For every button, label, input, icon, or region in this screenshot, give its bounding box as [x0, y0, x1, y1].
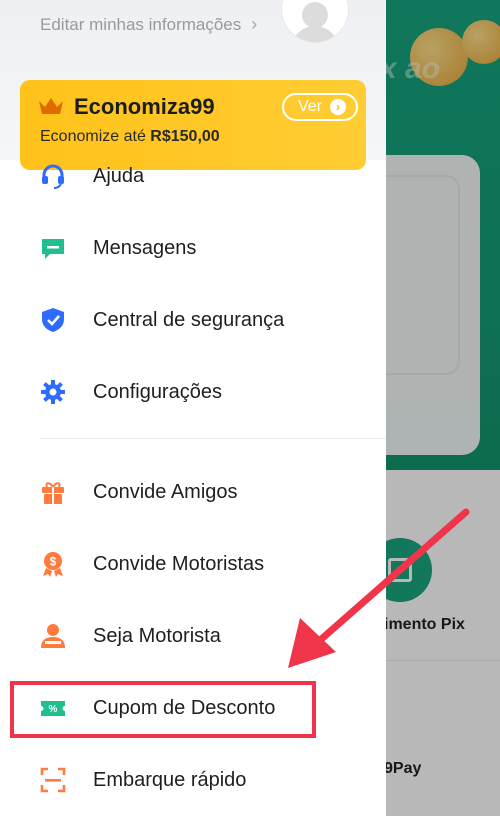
menu-item-label: Configurações — [93, 380, 222, 403]
menu-item-seja-motorista[interactable]: Seja Motorista — [0, 600, 386, 672]
ver-button-label: Ver — [298, 98, 323, 115]
menu-item-label: Ajuda — [93, 164, 145, 187]
menu-item-central-de-seguranca[interactable]: Central de segurança — [0, 284, 386, 356]
driver-icon — [40, 623, 66, 649]
promo-title: Economiza99 — [74, 94, 215, 119]
menu-item-label: Embarque rápido — [93, 768, 247, 791]
chevron-right-icon: › — [251, 14, 258, 34]
menu-item-embarque-rapido[interactable]: Embarque rápido — [0, 744, 386, 816]
gear-icon — [40, 379, 66, 405]
menu-item-label: Mensagens — [93, 236, 197, 259]
menu-item-convide-amigos[interactable]: Convide Amigos — [0, 456, 386, 528]
ver-button[interactable]: Ver › — [282, 93, 359, 121]
menu-item-configuracoes[interactable]: Configurações — [0, 356, 386, 428]
menu-item-ajuda[interactable]: Ajuda — [0, 140, 386, 212]
menu-item-label: Seja Motorista — [93, 624, 221, 647]
highlight-box — [10, 681, 316, 738]
menu-item-label: Convide Amigos — [93, 480, 238, 503]
scan-icon — [40, 767, 66, 793]
menu-item-label: Convide Motoristas — [93, 552, 265, 575]
message-icon — [40, 235, 66, 261]
menu-item-label: Central de segurança — [93, 308, 285, 331]
crown-icon — [39, 98, 63, 114]
menu-item-mensagens[interactable]: Mensagens — [0, 212, 386, 284]
avatar-body — [291, 26, 339, 42]
headset-icon — [40, 163, 66, 189]
chevron-right-icon: › — [330, 99, 347, 115]
menu-item-convide-motoristas[interactable]: $ Convide Motoristas — [0, 528, 386, 600]
shield-check-icon — [40, 307, 66, 333]
edit-info-label: Editar minhas informações — [40, 14, 242, 34]
svg-text:$: $ — [50, 555, 57, 569]
gift-icon — [40, 479, 66, 505]
edit-info-link[interactable]: Editar minhas informações › — [40, 14, 257, 35]
avatar-head — [302, 2, 328, 28]
dollar-medal-icon: $ — [40, 551, 66, 577]
menu-divider — [40, 438, 386, 439]
avatar[interactable] — [282, 0, 348, 42]
